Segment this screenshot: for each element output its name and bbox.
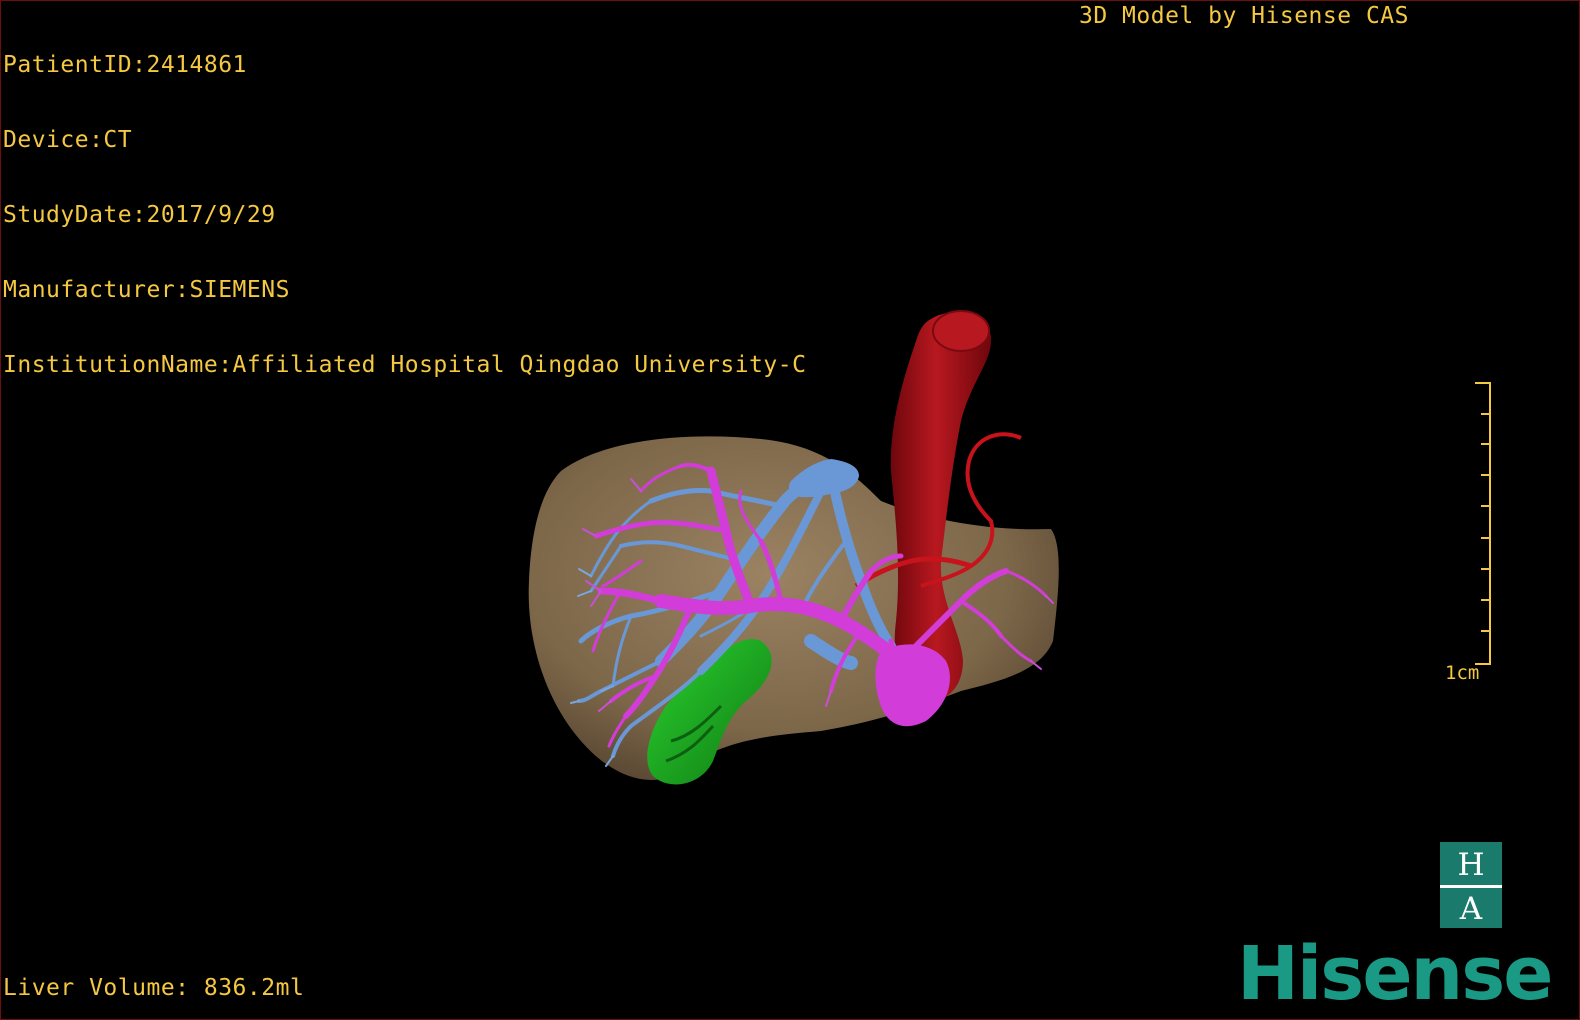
logo-letter-h: H: [1457, 847, 1485, 883]
liver-volume: Liver Volume: 836.2ml: [3, 975, 305, 1001]
logo-divider: [1440, 885, 1502, 888]
device: Device:CT: [3, 127, 133, 153]
patient-id: PatientID:2414861: [3, 52, 247, 78]
institution-name: InstitutionName:Affiliated Hospital Qing…: [3, 352, 807, 378]
model-credit: 3D Model by Hisense CAS: [1079, 3, 1409, 29]
portal-vein-trunk: [875, 644, 950, 727]
scale-ruler: [1475, 382, 1491, 665]
patient-info-overlay: PatientID:2414861 Device:CT StudyDate:20…: [3, 3, 806, 428]
scale-label: 1cm: [1445, 662, 1480, 684]
ha-logo: H A: [1440, 842, 1502, 928]
hisense-wordmark: Hisense: [1237, 931, 1553, 1017]
study-date: StudyDate:2017/9/29: [3, 202, 276, 228]
3d-viewport[interactable]: PatientID:2414861 Device:CT StudyDate:20…: [0, 0, 1580, 1020]
manufacturer: Manufacturer:SIEMENS: [3, 277, 290, 303]
vena-cava-opening: [932, 310, 990, 352]
logo-letter-a: A: [1459, 891, 1483, 927]
